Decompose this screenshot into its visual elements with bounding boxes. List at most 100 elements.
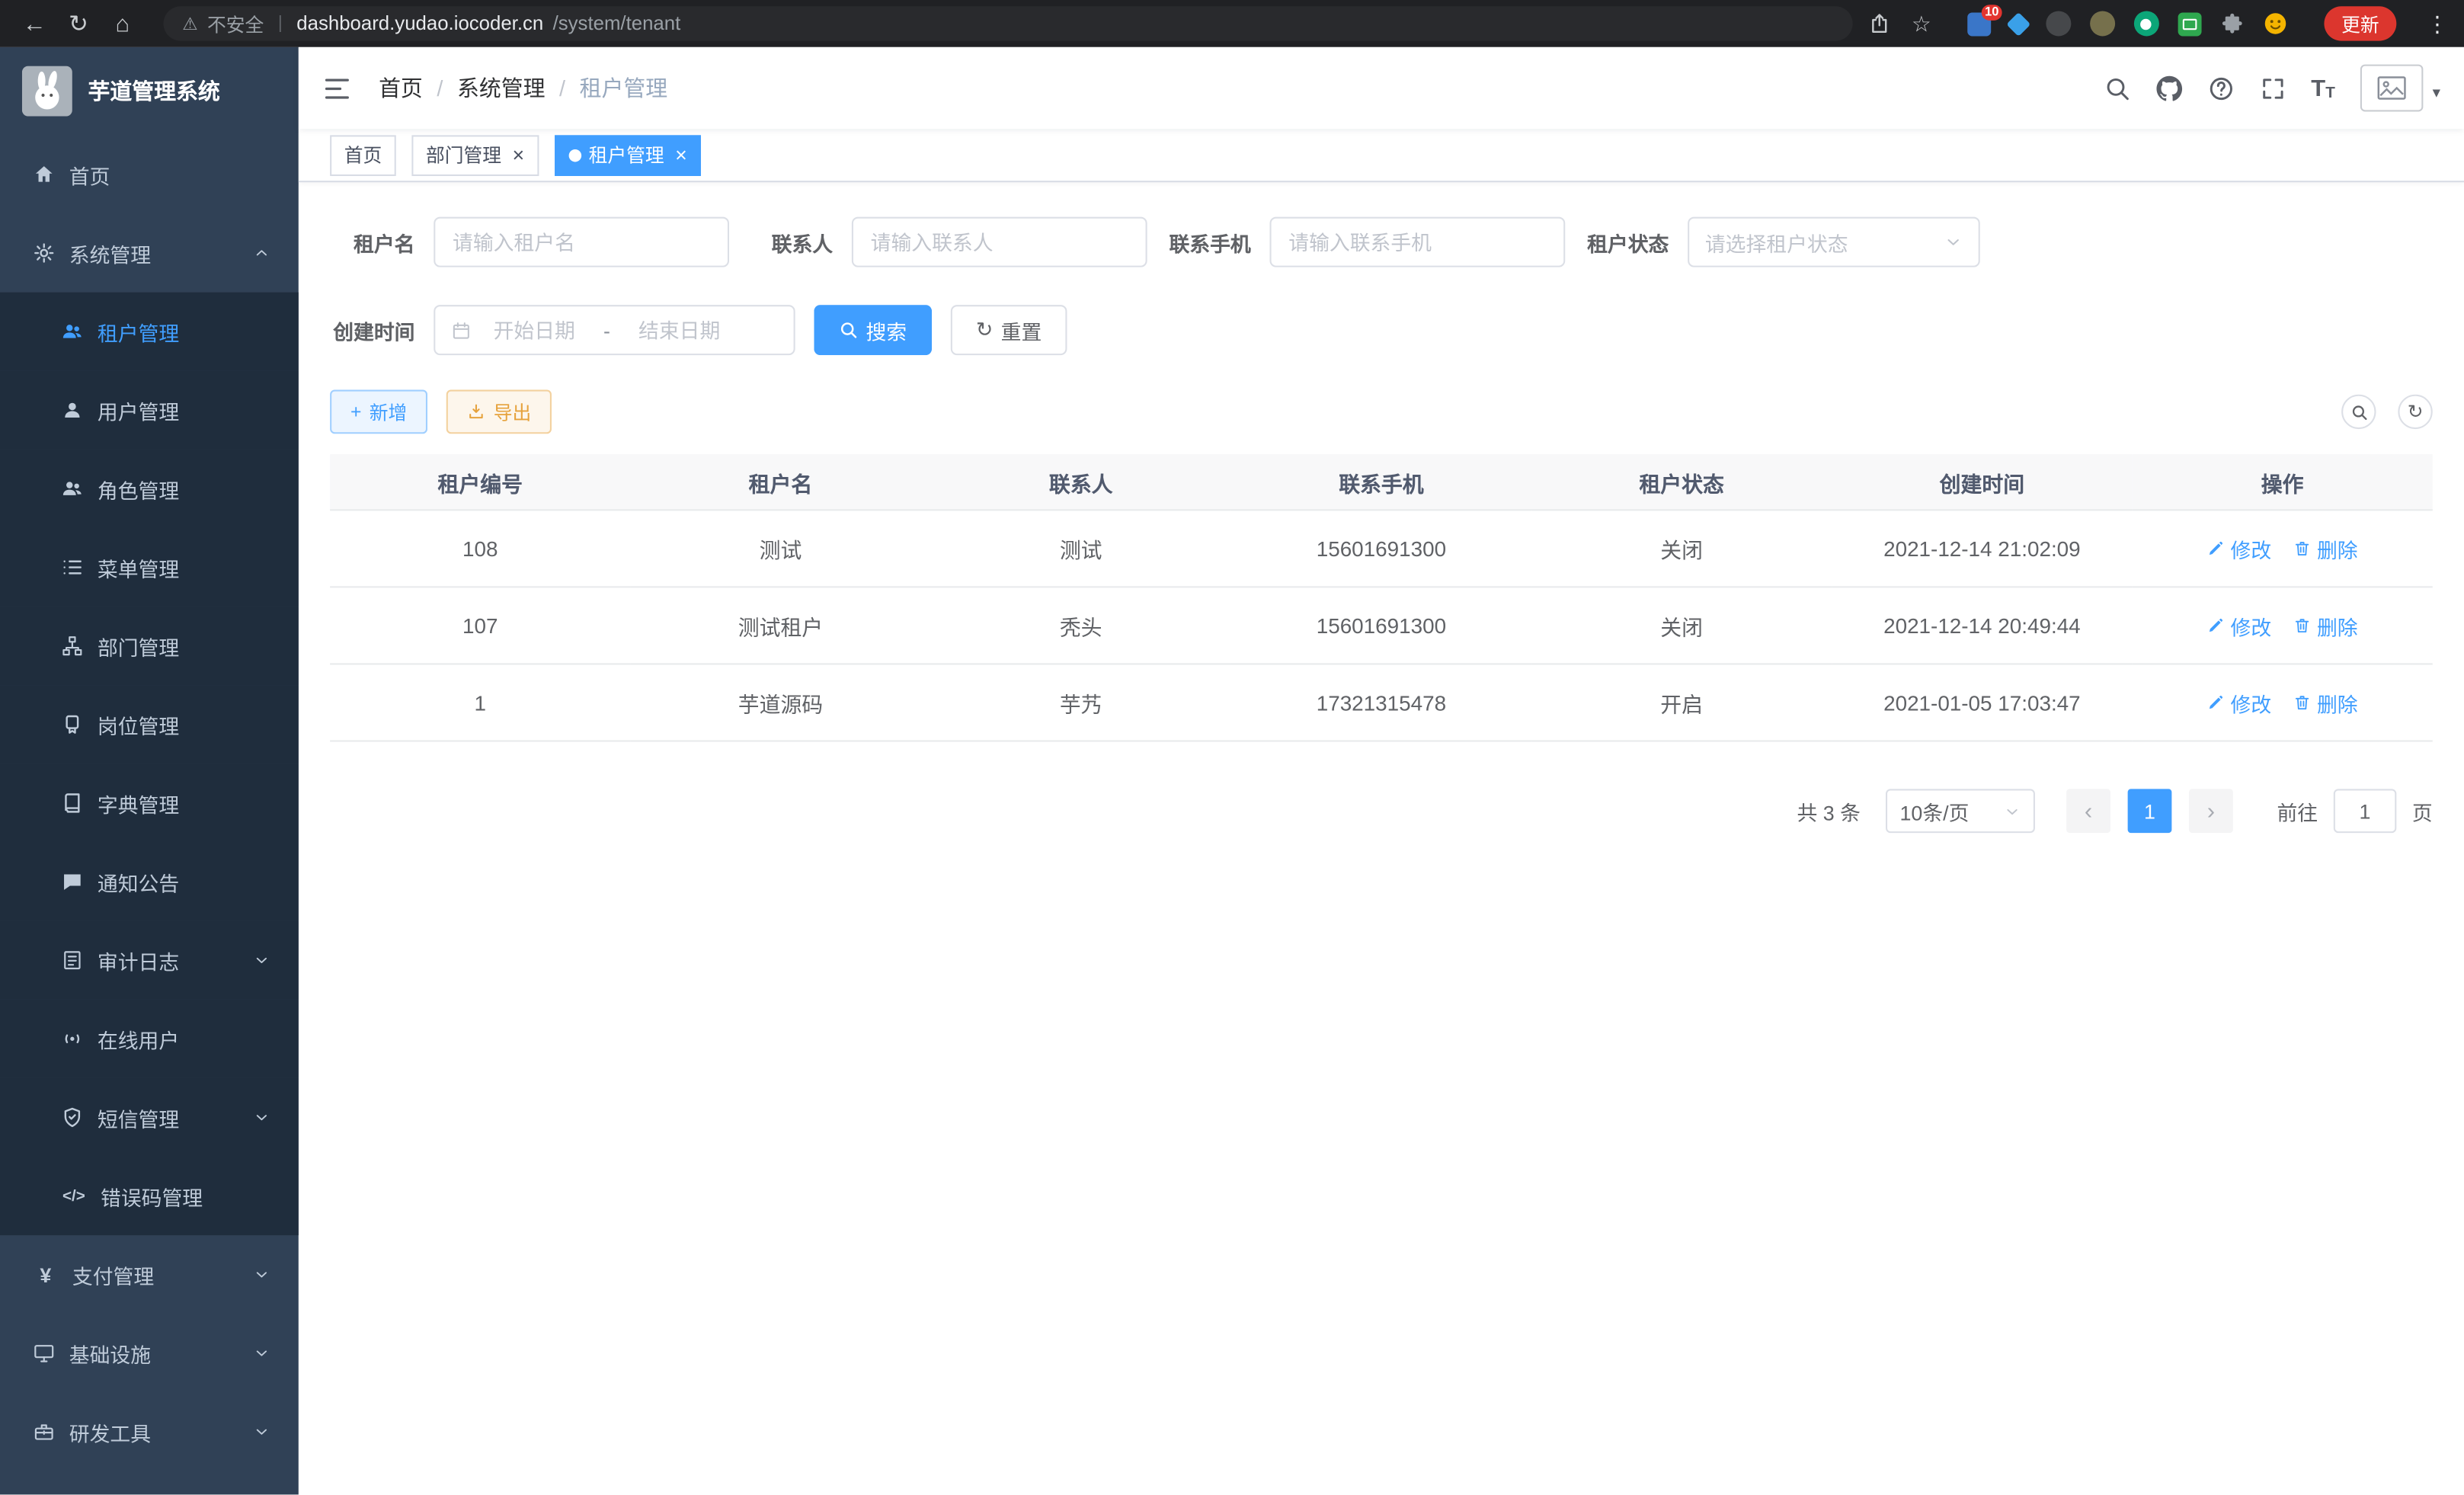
delete-link[interactable]: 删除 [2293,533,2358,563]
sidebar-item-audit-log[interactable]: 审计日志 [0,921,299,1000]
toggle-search-button[interactable] [2341,395,2376,429]
gear-icon [33,242,55,264]
page-1-button[interactable]: 1 [2128,789,2172,833]
phone-input[interactable] [1270,217,1566,267]
extension-puzzle-icon[interactable] [2220,11,2244,35]
reset-button[interactable]: ↻ 重置 [951,305,1067,355]
sidebar-item-dept-management[interactable]: 部门管理 [0,607,299,685]
tenant-name-input[interactable] [434,217,729,267]
extension-ring-icon[interactable] [2134,11,2159,36]
avatar-caret-icon[interactable]: ▾ [2433,85,2440,102]
calendar-icon [451,320,472,341]
goto-page-input[interactable] [2334,789,2397,833]
search-icon [839,321,858,340]
bookmark-star-icon[interactable]: ☆ [1912,10,1931,37]
sidebar-item-error-code-management[interactable]: </> 错误码管理 [0,1157,299,1235]
share-icon[interactable] [1869,13,1891,35]
search-icon [2350,403,2367,421]
sidebar-item-tenant-management[interactable]: 租户管理 [0,293,299,371]
logo-avatar [22,66,72,117]
font-size-icon[interactable]: TT [2311,75,2335,101]
page-size-select[interactable]: 10条/页 [1886,789,2035,833]
sidebar-item-online-users[interactable]: 在线用户 [0,1000,299,1078]
browser-update-button[interactable]: 更新 [2324,6,2396,40]
avatar[interactable] [2360,65,2424,112]
col-contact: 联系人 [931,454,1231,510]
close-icon[interactable]: × [512,145,524,165]
security-label[interactable]: 不安全 [207,10,264,37]
sidebar-item-payment-management[interactable]: ¥ 支付管理 [0,1235,299,1314]
contact-input[interactable] [852,217,1147,267]
help-icon[interactable] [2207,75,2234,101]
filter-status: 租户状态 请选择租户状态 [1584,217,1980,267]
role-people-icon [61,478,83,500]
status-select[interactable]: 请选择租户状态 [1688,217,1980,267]
sidebar-item-infrastructure[interactable]: 基础设施 [0,1314,299,1392]
sidebar-item-home[interactable]: 首页 [0,135,299,213]
next-page-button[interactable]: › [2189,789,2233,833]
pagination-total: 共 3 条 [1797,796,1860,826]
export-button[interactable]: 导出 [446,390,552,434]
edit-link[interactable]: 修改 [2207,610,2272,640]
table-row: 1 芋道源码 芋艿 17321315478 开启 2021-01-05 17:0… [330,664,2433,741]
sidebar-collapse-icon[interactable] [322,73,352,103]
extension-smiley-icon[interactable] [2263,11,2288,36]
address-divider: | [278,14,283,34]
trash-icon [2293,693,2312,712]
breadcrumb-system[interactable]: 系统管理 [457,72,546,104]
toolbox-icon [33,1421,55,1443]
cell-tenant-name: 测试租户 [630,587,930,664]
signal-icon [61,1028,83,1050]
app-logo[interactable]: 芋道管理系统 [0,47,299,136]
address-bar[interactable]: ⚠ 不安全 | dashboard.yudao.iocoder.cn /syst… [164,6,1854,40]
sidebar-item-notice[interactable]: 通知公告 [0,843,299,921]
sidebar-item-post-management[interactable]: 岗位管理 [0,685,299,764]
browser-menu-icon[interactable]: ⋮ [2427,10,2449,37]
tenant-name-label: 租户名 [330,227,414,257]
search-button[interactable]: 搜索 [814,305,932,355]
extension-pin-icon[interactable]: 10 [1967,11,1991,35]
fullscreen-icon[interactable] [2259,75,2286,101]
delete-link[interactable]: 删除 [2293,610,2358,640]
add-button[interactable]: + 新增 [330,390,427,434]
sidebar-item-system-management[interactable]: 系统管理 [0,214,299,293]
search-icon[interactable] [2104,75,2130,101]
extension-olive-icon[interactable] [2090,11,2115,36]
status-label: 租户状态 [1584,227,1669,257]
delete-link[interactable]: 删除 [2293,687,2358,717]
prev-page-button[interactable]: ‹ [2066,789,2110,833]
refresh-icon[interactable]: ↻ [59,5,98,43]
github-icon[interactable] [2155,75,2182,101]
date-range-picker[interactable]: - [434,305,795,355]
close-icon[interactable]: × [675,145,687,165]
end-date-input[interactable] [619,319,739,342]
home-icon[interactable]: ⌂ [104,5,142,43]
browser-window: ← ↻ ⌂ ⚠ 不安全 | dashboard.yudao.iocoder.cn… [0,0,2464,1495]
sidebar-item-role-management[interactable]: 角色管理 [0,450,299,528]
sidebar-item-menu-management[interactable]: 菜单管理 [0,528,299,607]
sidebar-item-dev-tools[interactable]: 研发工具 [0,1392,299,1471]
tab-tenant-management[interactable]: 租户管理 × [554,134,701,175]
refresh-icon: ↻ [976,318,993,343]
sidebar-item-dict-management[interactable]: 字典管理 [0,764,299,842]
tab-home[interactable]: 首页 [330,134,396,175]
create-time-label: 创建时间 [330,315,414,345]
browser-actions: ☆ 10 更新 ⋮ [1869,6,2448,40]
tenant-table: 租户编号 租户名 联系人 联系手机 租户状态 创建时间 操作 108 测试 [330,454,2433,741]
back-icon[interactable]: ← [16,5,54,43]
edit-link[interactable]: 修改 [2207,687,2272,717]
sidebar-item-user-management[interactable]: 用户管理 [0,371,299,450]
extension-globe-icon[interactable] [2046,11,2071,36]
filter-tenant-name: 租户名 [330,217,729,267]
refresh-table-button[interactable]: ↻ [2398,395,2432,429]
sidebar-item-sms-management[interactable]: 短信管理 [0,1078,299,1157]
cell-actions: 修改 删除 [2132,510,2432,587]
tab-dept-management[interactable]: 部门管理 × [411,134,538,175]
extension-diamond-icon[interactable] [2010,15,2027,33]
edit-link[interactable]: 修改 [2207,533,2272,563]
cell-created: 2021-12-14 20:49:44 [1832,587,2132,664]
start-date-input[interactable] [475,319,594,342]
breadcrumb-home[interactable]: 首页 [379,72,423,104]
extension-chat-icon[interactable] [2178,11,2202,35]
cell-tenant-name: 测试 [630,510,930,587]
